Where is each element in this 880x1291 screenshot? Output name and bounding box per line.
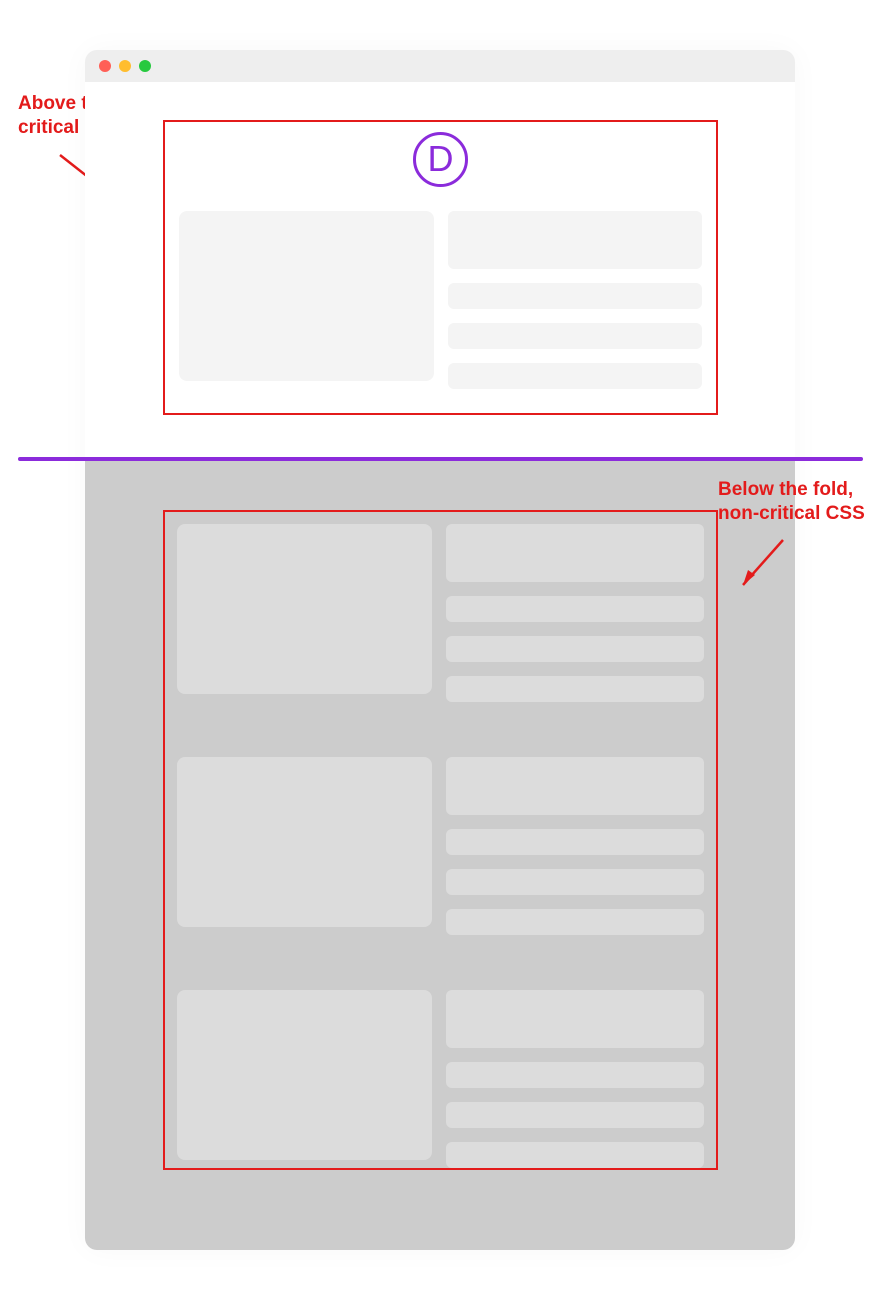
- skeleton-image-block: [177, 524, 432, 694]
- skeleton-line-bar: [446, 1142, 704, 1168]
- traffic-light-maximize-icon: [139, 60, 151, 72]
- below-fold-region: [163, 510, 718, 1170]
- below-content-row: [165, 524, 716, 702]
- skeleton-line-bar: [446, 1062, 704, 1088]
- skeleton-heading-bar: [446, 524, 704, 582]
- below-fold-annotation-line1: Below the fold,: [718, 479, 853, 500]
- browser-body: D: [85, 82, 795, 1250]
- skeleton-line-bar: [446, 1102, 704, 1128]
- below-fold-annotation-line2: non-critical CSS: [718, 503, 865, 524]
- skeleton-line-bar: [446, 676, 704, 702]
- skeleton-heading-bar: [448, 211, 702, 269]
- skeleton-text-group: [446, 757, 704, 935]
- skeleton-line-bar: [446, 829, 704, 855]
- skeleton-line-bar: [446, 909, 704, 935]
- below-content-row: [165, 990, 716, 1168]
- skeleton-text-group: [448, 211, 702, 389]
- skeleton-line-bar: [448, 363, 702, 389]
- skeleton-line-bar: [446, 636, 704, 662]
- skeleton-image-block: [177, 757, 432, 927]
- skeleton-heading-bar: [446, 757, 704, 815]
- below-content-row: [165, 757, 716, 935]
- skeleton-text-group: [446, 524, 704, 702]
- fold-divider-line: [18, 457, 863, 461]
- browser-window: D: [85, 50, 795, 1250]
- skeleton-heading-bar: [446, 990, 704, 1048]
- above-content-row: [165, 211, 716, 389]
- skeleton-line-bar: [446, 596, 704, 622]
- traffic-light-minimize-icon: [119, 60, 131, 72]
- skeleton-line-bar: [448, 283, 702, 309]
- traffic-light-close-icon: [99, 60, 111, 72]
- browser-chrome: [85, 50, 795, 82]
- logo-circle-icon: D: [413, 132, 468, 187]
- skeleton-image-block: [177, 990, 432, 1160]
- skeleton-line-bar: [448, 323, 702, 349]
- logo-letter: D: [428, 141, 454, 177]
- above-fold-region: D: [163, 120, 718, 415]
- skeleton-image-block: [179, 211, 434, 381]
- skeleton-text-group: [446, 990, 704, 1168]
- skeleton-line-bar: [446, 869, 704, 895]
- below-fold-annotation: Below the fold, non-critical CSS: [718, 478, 865, 526]
